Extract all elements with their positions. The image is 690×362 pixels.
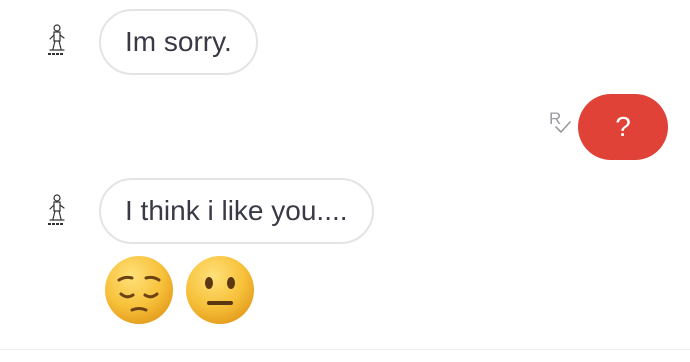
incoming-message-bubble[interactable]: Im sorry.: [99, 9, 258, 75]
divider: [0, 349, 690, 350]
pensive-face-emoji[interactable]: [103, 254, 175, 326]
sender-avatar-icon[interactable]: [45, 193, 69, 231]
read-check-icon: [555, 121, 571, 133]
message-text: I think i like you....: [125, 195, 348, 226]
incoming-message-bubble[interactable]: I think i like you....: [99, 178, 374, 244]
neutral-face-emoji[interactable]: [184, 254, 256, 326]
read-receipt: R: [549, 110, 575, 140]
outgoing-message-bubble[interactable]: ?: [578, 94, 668, 160]
message-text: Im sorry.: [125, 26, 232, 57]
sender-avatar-icon[interactable]: [45, 23, 69, 61]
chat-thread: Im sorry. R ? I think i like you....: [0, 0, 690, 362]
message-text: ?: [615, 111, 631, 142]
